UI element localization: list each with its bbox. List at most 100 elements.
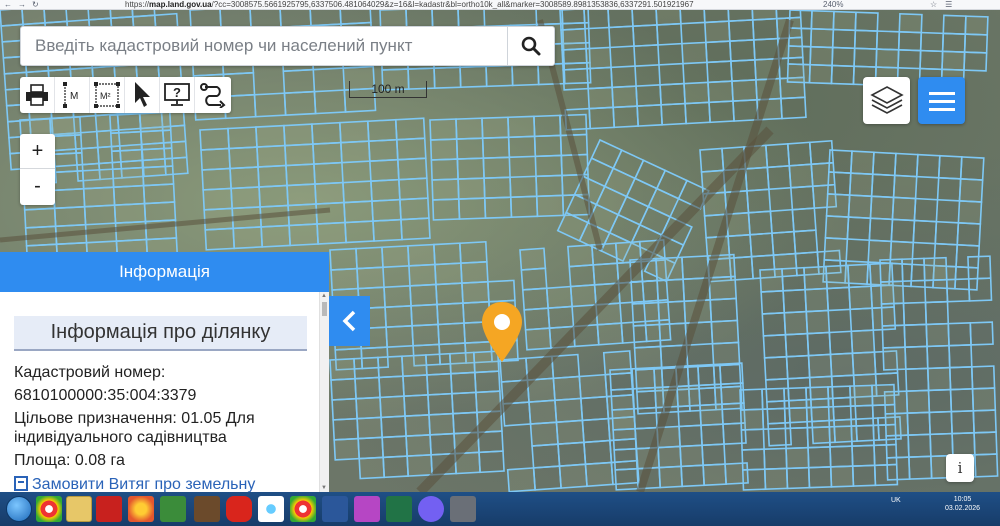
parcel[interactable] — [810, 161, 836, 188]
parcel[interactable] — [342, 180, 373, 204]
parcel[interactable] — [455, 137, 485, 160]
parcel[interactable] — [487, 279, 516, 303]
parcel[interactable] — [312, 141, 343, 165]
parcel[interactable] — [450, 371, 477, 395]
parcel[interactable] — [560, 27, 587, 51]
parcel[interactable] — [784, 332, 810, 358]
app-brown-icon[interactable] — [194, 496, 220, 522]
parcel[interactable] — [891, 196, 917, 222]
parcel[interactable] — [702, 10, 730, 24]
parcel[interactable] — [868, 217, 894, 243]
parcel[interactable] — [803, 265, 828, 291]
parcel[interactable] — [380, 415, 407, 439]
parcel[interactable] — [763, 467, 789, 490]
parcel[interactable] — [974, 453, 999, 478]
parcel[interactable] — [811, 419, 836, 445]
parcel[interactable] — [396, 157, 428, 181]
parcel[interactable] — [744, 166, 770, 192]
parcel[interactable] — [457, 177, 486, 200]
parcel[interactable] — [853, 47, 878, 68]
parcel[interactable] — [338, 120, 370, 144]
parcel[interactable] — [429, 138, 459, 161]
parcel[interactable] — [972, 409, 997, 434]
scrollbar-thumb[interactable] — [322, 302, 327, 316]
parcel[interactable] — [948, 366, 974, 391]
parcel[interactable] — [633, 345, 663, 371]
parcel[interactable] — [958, 178, 984, 203]
parcel[interactable] — [680, 464, 706, 488]
parcel[interactable] — [903, 323, 928, 349]
parcel[interactable] — [455, 117, 484, 140]
parcel[interactable] — [140, 142, 166, 162]
parcel[interactable] — [656, 278, 686, 304]
parcel[interactable] — [636, 103, 663, 127]
parcel[interactable] — [257, 164, 288, 188]
parcel[interactable] — [329, 247, 358, 271]
parcel[interactable] — [232, 226, 264, 250]
parcel[interactable] — [766, 399, 791, 425]
parcel[interactable] — [937, 154, 963, 180]
parcel[interactable] — [520, 267, 548, 291]
parcel[interactable] — [94, 113, 120, 133]
parcel[interactable] — [710, 319, 740, 345]
parcel[interactable] — [829, 445, 854, 468]
zoom-in-button[interactable]: + — [20, 134, 55, 169]
layers-button[interactable] — [863, 77, 910, 124]
parcel[interactable] — [851, 444, 876, 467]
measure-area-button[interactable]: M² — [90, 77, 125, 113]
parcel[interactable] — [354, 376, 381, 400]
pointer-button[interactable] — [125, 77, 160, 113]
parcel[interactable] — [766, 164, 792, 191]
parcel[interactable] — [547, 305, 575, 329]
parcel[interactable] — [402, 374, 429, 398]
parcel[interactable] — [481, 136, 511, 159]
info-panel-scrollbar[interactable]: ▲ ▼ — [319, 292, 329, 492]
parcel[interactable] — [849, 384, 874, 407]
parcel[interactable] — [871, 151, 897, 177]
help-button[interactable]: ? — [160, 77, 195, 113]
parcel[interactable] — [761, 387, 786, 411]
parcel[interactable] — [658, 465, 684, 489]
measure-length-button[interactable]: M — [55, 77, 90, 113]
parcel[interactable] — [457, 10, 486, 29]
parcel[interactable] — [451, 391, 478, 415]
parcel[interactable] — [635, 84, 662, 107]
parcel[interactable] — [535, 194, 565, 218]
parcel[interactable] — [928, 410, 953, 436]
parcel[interactable] — [532, 465, 562, 491]
parcel[interactable] — [53, 205, 87, 228]
parcel[interactable] — [882, 346, 907, 371]
parcel[interactable] — [727, 19, 755, 42]
parcel[interactable] — [613, 447, 639, 471]
parcel[interactable] — [533, 134, 563, 158]
parcel[interactable] — [658, 62, 685, 86]
parcel[interactable] — [284, 143, 315, 167]
parcel[interactable] — [357, 436, 385, 460]
parcel[interactable] — [202, 187, 233, 211]
parcel[interactable] — [482, 156, 511, 179]
parcel[interactable] — [111, 166, 145, 189]
parcel[interactable] — [941, 32, 967, 53]
parcel[interactable] — [809, 45, 834, 67]
scroll-down-icon[interactable]: ▼ — [321, 485, 327, 491]
parcel[interactable] — [581, 417, 611, 444]
parcel[interactable] — [806, 331, 832, 357]
parcel[interactable] — [584, 461, 614, 488]
parcel[interactable] — [394, 117, 426, 141]
parcel[interactable] — [810, 10, 835, 31]
parcel[interactable] — [330, 267, 359, 291]
parcel[interactable] — [659, 82, 686, 106]
parcel[interactable] — [660, 102, 687, 126]
collapse-panel-button[interactable] — [329, 296, 370, 346]
parcel[interactable] — [854, 11, 879, 32]
parcel[interactable] — [282, 68, 316, 95]
parcel[interactable] — [52, 187, 86, 210]
parcel[interactable] — [769, 208, 795, 235]
parcel[interactable] — [751, 17, 779, 41]
parcel[interactable] — [21, 10, 46, 26]
parcel[interactable] — [831, 28, 857, 50]
parcel[interactable] — [614, 467, 640, 491]
parcel[interactable] — [578, 373, 608, 400]
parcel[interactable] — [902, 301, 928, 327]
parcel[interactable] — [258, 184, 289, 208]
